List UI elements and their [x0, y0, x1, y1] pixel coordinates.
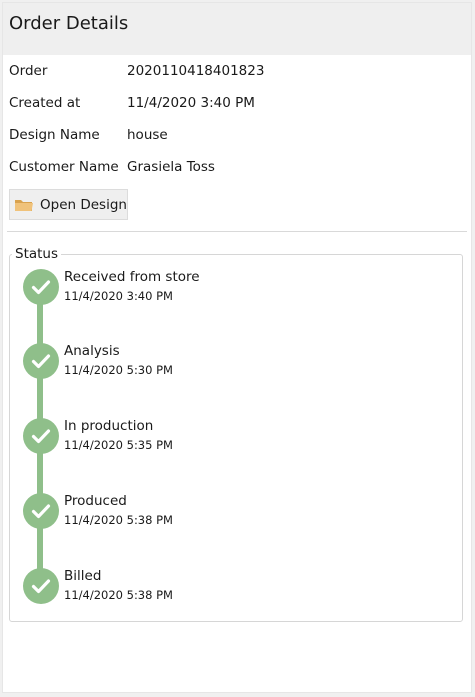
check-icon	[23, 343, 59, 379]
status-step-title: Analysis	[64, 343, 120, 359]
customer-name-value: Grasiela Toss	[127, 159, 215, 175]
status-step-title: In production	[64, 418, 154, 434]
header-bar: Order Details	[3, 3, 471, 55]
check-icon	[23, 418, 59, 454]
status-step-time: 11/4/2020 5:38 PM	[64, 588, 173, 602]
status-legend: Status	[12, 246, 62, 262]
status-step-time: 11/4/2020 5:30 PM	[64, 363, 173, 377]
design-name-value: house	[127, 127, 168, 143]
created-at-value: 11/4/2020 3:40 PM	[127, 95, 255, 111]
check-icon	[23, 269, 59, 305]
status-step-title: Billed	[64, 568, 102, 584]
status-step-time: 11/4/2020 3:40 PM	[64, 289, 173, 303]
check-icon	[23, 568, 59, 604]
open-design-button[interactable]: Open Design	[9, 189, 128, 220]
open-design-label: Open Design	[40, 196, 127, 213]
status-step-title: Received from store	[64, 269, 200, 285]
customer-name-label: Customer Name	[9, 159, 119, 175]
design-name-label: Design Name	[9, 127, 100, 143]
status-step-time: 11/4/2020 5:38 PM	[64, 513, 173, 527]
order-value: 2020110418401823	[127, 63, 265, 79]
created-at-label: Created at	[9, 95, 81, 111]
order-details-window: Order Details Order 2020110418401823 Cre…	[2, 2, 472, 693]
page-title: Order Details	[9, 13, 129, 34]
status-step-title: Produced	[64, 493, 127, 509]
status-step-time: 11/4/2020 5:35 PM	[64, 438, 173, 452]
divider	[7, 231, 467, 232]
folder-icon	[14, 197, 34, 213]
check-icon	[23, 493, 59, 529]
order-label: Order	[9, 63, 48, 79]
